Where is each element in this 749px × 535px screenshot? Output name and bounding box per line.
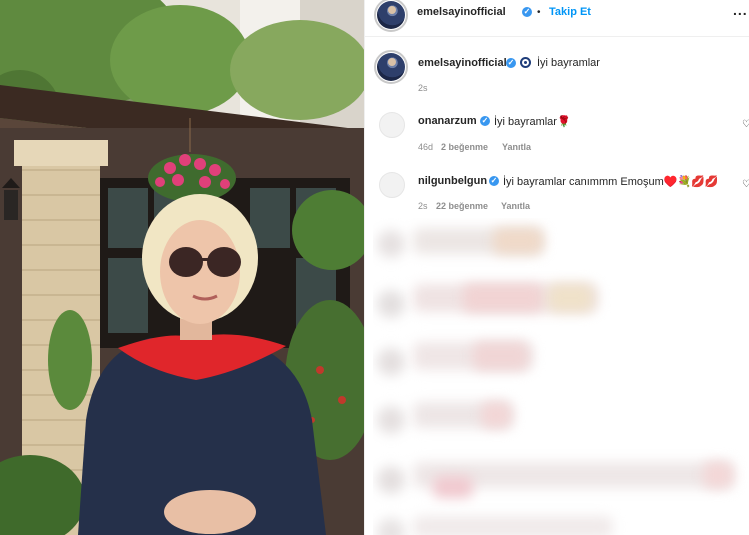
verified-badge-icon: ✓ [522,7,532,17]
post-media[interactable] [0,0,364,535]
comment-text: İyi bayramlar🌹 [494,116,571,128]
verified-badge-icon: ✓ [506,58,516,68]
header-separator: • [537,7,541,18]
comment-age[interactable]: 2s [418,201,428,211]
comment-text: İyi bayramlar canımmm Emoşum♥️💐💋💋 [503,176,719,188]
verified-badge-icon: ✓ [489,176,499,186]
reply-button[interactable]: Yanıtla [501,201,530,211]
commenter-avatar[interactable] [379,172,405,198]
target-icon [520,57,531,68]
comment-likes[interactable]: 2 beğenme [441,142,488,152]
author-avatar[interactable] [374,0,408,32]
comment-likes[interactable]: 22 beğenme [436,201,488,211]
comment-age[interactable]: 46d [418,142,433,152]
more-options-icon[interactable]: ... [733,2,748,18]
caption-age[interactable]: 2s [418,83,428,93]
post-panel: emelsayinofficial ✓ • Takip Et ... emels… [364,0,749,535]
verified-badge-icon: ✓ [480,116,490,126]
post-header: emelsayinofficial ✓ • Takip Et ... [365,0,749,37]
heart-icon[interactable]: ♡ [742,179,749,190]
commenter-avatar[interactable] [379,112,405,138]
comment-username[interactable]: nilgunbelgun [418,175,487,187]
comment-username[interactable]: onanarzum [418,115,477,127]
blurred-comments [373,218,749,535]
caption-text: İyi bayramlar [537,57,600,69]
caption-username[interactable]: emelsayinofficial [418,57,507,69]
reply-button[interactable]: Yanıtla [502,142,531,152]
author-username[interactable]: emelsayinofficial [417,6,506,18]
caption-avatar[interactable] [374,50,408,84]
follow-button[interactable]: Takip Et [549,6,591,18]
heart-icon[interactable]: ♡ [742,119,749,130]
post-photo [0,0,364,535]
